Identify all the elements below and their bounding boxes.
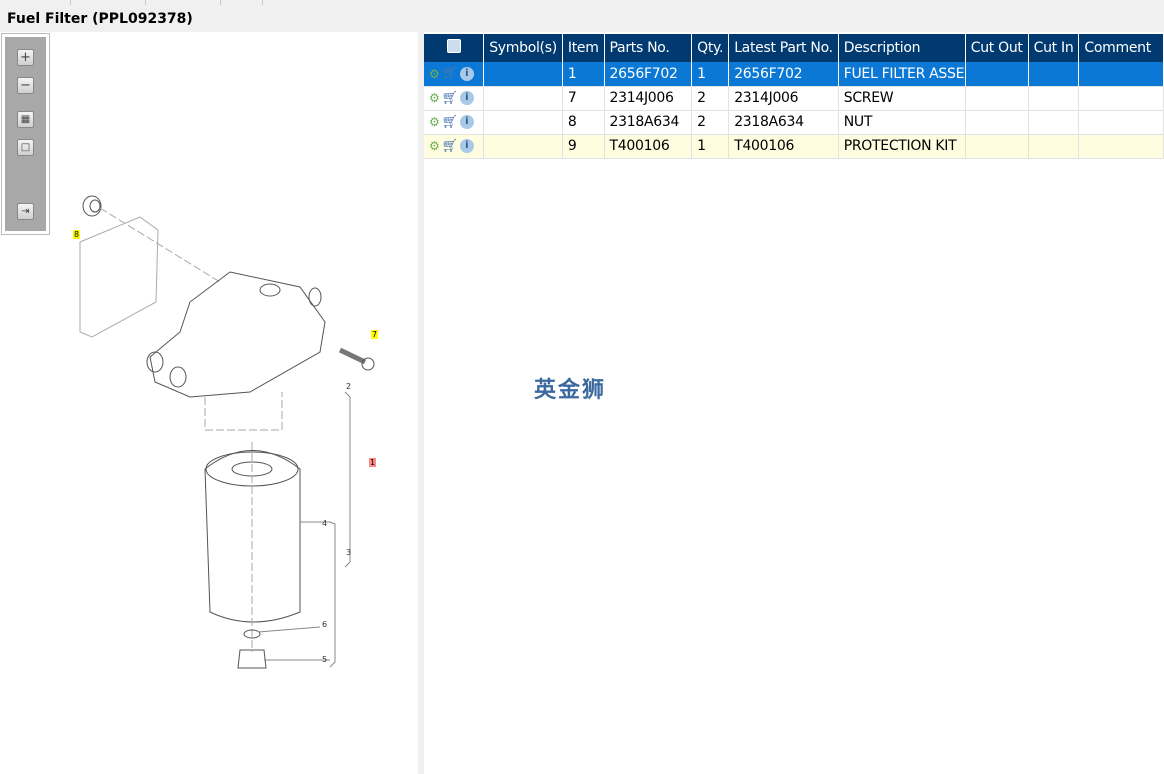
info-icon[interactable]: i xyxy=(459,66,474,81)
diagram-panel[interactable]: + − ▦ □ ⇥ 8 7 1 2 3 4 5 6 xyxy=(0,32,418,774)
column-header-description[interactable]: Description xyxy=(838,34,966,62)
gear-icon[interactable]: ⚙ xyxy=(429,91,440,105)
column-header-parts-no[interactable]: Parts No. xyxy=(604,34,693,62)
part-number-label: 2 xyxy=(346,382,352,391)
column-header-comment[interactable]: Comment xyxy=(1078,34,1164,62)
cell-symbol xyxy=(483,62,563,87)
column-header-cut-in[interactable]: Cut In xyxy=(1028,34,1080,62)
cell-description: NUT xyxy=(838,110,966,135)
column-header-item[interactable]: Item xyxy=(562,34,605,62)
cell-cut-in xyxy=(1028,110,1080,135)
nut-part xyxy=(82,195,102,217)
table-row[interactable]: ⚙ 🛒︎ i 7 2314J006 2 2314J006 SCREW xyxy=(424,86,1164,111)
cell-comment xyxy=(1078,134,1164,159)
cell-item: 8 xyxy=(562,110,605,135)
assembly-gears-icon[interactable]: ⚙ xyxy=(429,67,440,81)
cell-cut-in xyxy=(1028,86,1080,111)
cell-parts-no: 2318A634 xyxy=(604,110,693,135)
search-list-icon[interactable] xyxy=(446,39,461,53)
cell-description: SCREW xyxy=(838,86,966,111)
table-row[interactable]: ⚙🛒︎i12656F70212656F702FUEL FILTER ASSEMB… xyxy=(424,62,1164,87)
part-number-label: 3 xyxy=(346,548,352,557)
table-row[interactable]: ⚙ 🛒︎ i 8 2318A634 2 2318A634 NUT xyxy=(424,110,1164,135)
column-header-cut-out[interactable]: Cut Out xyxy=(965,34,1029,62)
cell-parts-no: 2314J006 xyxy=(604,86,693,111)
cart-icon[interactable]: 🛒︎ xyxy=(441,115,458,130)
cell-item: 9 xyxy=(562,134,605,159)
cell-symbol xyxy=(483,110,563,135)
part-number-label: 6 xyxy=(322,620,328,629)
cell-latest: 2318A634 xyxy=(728,110,839,135)
column-header-latest-part-no[interactable]: Latest Part No. xyxy=(728,34,839,62)
cell-cut-in xyxy=(1028,134,1080,159)
cell-qty: 2 xyxy=(691,110,730,135)
page-title: Fuel Filter (PPL092378) xyxy=(7,11,193,27)
protection-plate xyxy=(79,216,159,338)
part-number-label: 5 xyxy=(322,655,328,664)
cell-item: 7 xyxy=(562,86,605,111)
cell-latest: 2314J006 xyxy=(728,86,839,111)
cell-comment xyxy=(1078,110,1164,135)
part-number-label: 4 xyxy=(322,519,328,528)
callout-1[interactable]: 1 xyxy=(369,458,377,467)
parts-list-panel: Symbol(s) Item Parts No. Qty. Latest Par… xyxy=(424,32,1164,774)
cell-symbol xyxy=(483,134,563,159)
cart-icon[interactable]: 🛒︎ xyxy=(441,139,458,154)
cell-cut-out xyxy=(965,110,1029,135)
cell-latest: 2656F702 xyxy=(728,62,839,87)
gear-icon[interactable]: ⚙ xyxy=(429,139,440,153)
cell-comment xyxy=(1078,86,1164,111)
callout-7[interactable]: 7 xyxy=(371,330,379,339)
cell-cut-out xyxy=(965,134,1029,159)
table-header: Symbol(s) Item Parts No. Qty. Latest Par… xyxy=(424,34,1164,62)
cell-description: FUEL FILTER ASSEMBLY xyxy=(838,62,966,87)
watermark: 英金狮 xyxy=(534,378,607,403)
cell-symbol xyxy=(483,86,563,111)
cart-icon[interactable]: 🛒︎ xyxy=(441,66,458,81)
info-icon[interactable]: i xyxy=(459,91,474,105)
cell-latest: T400106 xyxy=(728,134,839,159)
screw-part xyxy=(338,347,367,365)
cell-cut-in xyxy=(1028,62,1080,87)
callout-8[interactable]: 8 xyxy=(73,230,81,239)
column-header-qty[interactable]: Qty. xyxy=(691,34,730,62)
cell-item: 1 xyxy=(562,62,605,87)
table-row[interactable]: ⚙ 🛒︎ i 9 T400106 1 T400106 PROTECTION KIT xyxy=(424,134,1164,159)
column-header-search[interactable] xyxy=(424,34,485,62)
cell-comment xyxy=(1078,62,1164,87)
info-icon[interactable]: i xyxy=(459,115,474,129)
top-tabs xyxy=(0,0,1164,6)
parts-table: Symbol(s) Item Parts No. Qty. Latest Par… xyxy=(424,34,1164,159)
gear-icon[interactable]: ⚙ xyxy=(429,115,440,129)
cell-qty: 1 xyxy=(691,134,730,159)
cell-cut-out xyxy=(965,62,1029,87)
cell-parts-no: 2656F702 xyxy=(604,62,693,87)
cell-parts-no: T400106 xyxy=(604,134,693,159)
cell-cut-out xyxy=(965,86,1029,111)
info-icon[interactable]: i xyxy=(459,139,474,153)
cell-qty: 1 xyxy=(691,62,730,87)
drain-plug xyxy=(237,649,267,669)
column-header-symbols[interactable]: Symbol(s) xyxy=(483,34,563,62)
cell-description: PROTECTION KIT xyxy=(838,134,966,159)
cart-icon[interactable]: 🛒︎ xyxy=(441,91,458,106)
fuel-filter-diagram xyxy=(79,195,375,669)
filter-head xyxy=(149,271,326,398)
cell-qty: 2 xyxy=(691,86,730,111)
